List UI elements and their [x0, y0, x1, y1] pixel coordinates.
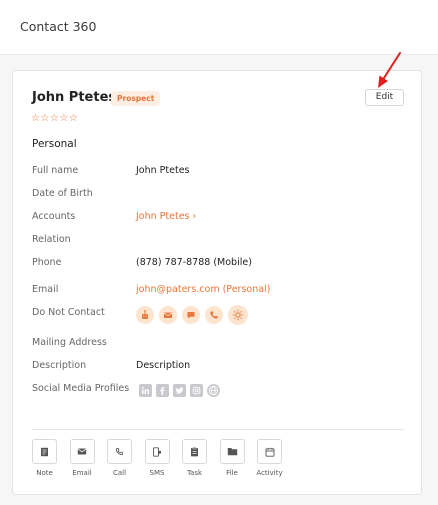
note-action-label: Note [36, 469, 53, 477]
relation-label: Relation [32, 234, 71, 245]
dob-label: Date of Birth [32, 188, 93, 199]
folder-icon [219, 439, 245, 464]
call-action-button[interactable]: Call [107, 439, 132, 477]
description-value: Description [136, 360, 191, 371]
sms-action-button[interactable]: SMS [144, 439, 170, 477]
do-not-contact-icons [136, 305, 248, 325]
call-action-label: Call [112, 469, 127, 477]
social-media-label: Social Media Profiles [32, 383, 130, 394]
facebook-icon[interactable] [156, 384, 169, 397]
full-name-label: Full name [32, 165, 79, 176]
mail-icon [69, 439, 95, 464]
contact-name: John Ptetes [32, 90, 117, 105]
task-action-button[interactable]: Task [182, 439, 207, 477]
file-action-button[interactable]: File [219, 439, 245, 477]
chat-icon[interactable] [182, 306, 200, 324]
linkedin-icon[interactable] [139, 384, 152, 397]
email-label: Email [32, 284, 59, 295]
activity-action-button[interactable]: Activity [256, 439, 283, 477]
note-action-button[interactable]: Note [32, 439, 57, 477]
description-label: Description [32, 360, 87, 371]
email-link[interactable]: john@paters.com (Personal) [136, 284, 270, 295]
phone-label: Phone [32, 257, 62, 268]
calendar-icon [257, 439, 282, 464]
annotation-arrow-icon [378, 52, 401, 88]
file-action-label: File [226, 469, 238, 477]
globe-icon[interactable] [207, 384, 220, 397]
divider [32, 429, 404, 430]
accounts-link[interactable]: John Ptetes › [136, 211, 196, 222]
robot-icon[interactable] [136, 306, 154, 324]
full-name-value: John Ptetes [136, 165, 190, 176]
sms-icon [144, 439, 170, 464]
task-icon [182, 439, 207, 464]
social-media-icons [139, 384, 220, 397]
instagram-icon[interactable] [190, 384, 203, 397]
email-action-button[interactable]: Email [69, 439, 95, 477]
activity-action-label: Activity [256, 469, 283, 477]
phone-value: (878) 787-8788 (Mobile) [136, 257, 252, 268]
section-title-personal: Personal [32, 138, 77, 150]
edit-button[interactable]: Edit [365, 89, 404, 106]
accounts-label: Accounts [32, 211, 76, 222]
email-action-label: Email [72, 469, 92, 477]
phone-icon [107, 439, 132, 464]
mailing-address-label: Mailing Address [32, 337, 107, 348]
sms-action-label: SMS [149, 469, 165, 477]
twitter-icon[interactable] [173, 384, 186, 397]
dnc-label: Do Not Contact [32, 307, 105, 318]
task-action-label: Task [186, 469, 203, 477]
rating-stars[interactable]: ☆☆☆☆☆ [31, 113, 78, 124]
top-bar: Contact 360 [0, 0, 438, 55]
status-badge: Prospect [111, 91, 161, 106]
quick-actions-bar: Note Email Call SMS Task File Activity [32, 439, 283, 477]
page-title: Contact 360 [20, 19, 97, 34]
note-icon [32, 439, 57, 464]
mail-icon[interactable] [159, 306, 177, 324]
sun-icon[interactable] [228, 305, 248, 325]
contact-card: John Ptetes Prospect ☆☆☆☆☆ Edit Personal… [12, 70, 422, 495]
phone-icon[interactable] [205, 306, 223, 324]
